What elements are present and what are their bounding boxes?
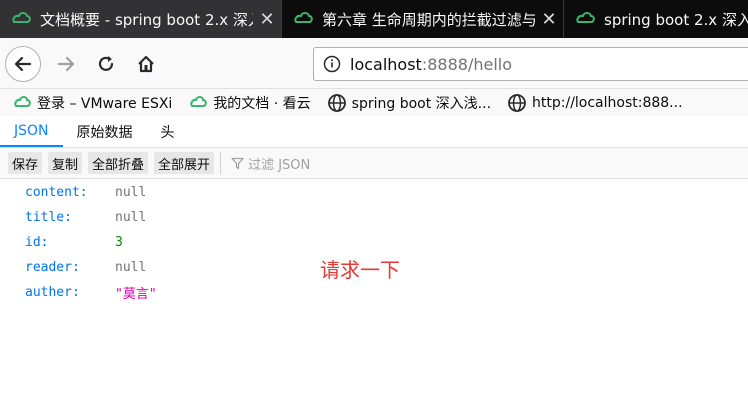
home-icon [138, 55, 154, 73]
close-tab-icon[interactable]: ✕ [253, 9, 281, 30]
browser-tab-label: 文档概要 - spring boot 2.x 深入浅出 [40, 10, 253, 29]
json-viewer-tabs: JSON 原始数据 头 [0, 117, 748, 148]
save-button[interactable]: 保存 [8, 152, 43, 174]
back-arrow-icon [14, 56, 32, 72]
back-button[interactable] [5, 46, 41, 82]
browser-tab-label: 第六章 生命周期内的拦截过滤与监听 [322, 10, 535, 29]
url-path: :8888/hello [421, 54, 512, 74]
tab-json[interactable]: JSON [0, 117, 63, 147]
json-tree: content: null title: null id: 3 reader: … [0, 180, 748, 305]
navigation-bar: localhost:8888/hello [0, 38, 748, 89]
info-icon[interactable] [314, 55, 350, 73]
browser-tab-1[interactable]: 文档概要 - spring boot 2.x 深入浅出 ✕ [0, 0, 282, 38]
cloud-logo-icon [576, 12, 595, 23]
tab-strip: 文档概要 - spring boot 2.x 深入浅出 ✕ 第六章 生命周期内的… [0, 0, 748, 38]
json-key: id: [25, 235, 49, 250]
json-key: auther: [25, 285, 80, 300]
json-row[interactable]: title: null [0, 205, 748, 230]
tab-raw-data[interactable]: 原始数据 [63, 117, 147, 147]
bookmark-label: http://localhost:888... [532, 94, 683, 111]
json-value: null [115, 185, 147, 200]
expand-all-button[interactable]: 全部展开 [154, 152, 215, 174]
json-value: "莫言" [115, 287, 157, 302]
json-key: reader: [25, 260, 80, 275]
bookmark-label: 我的文档 · 看云 [213, 95, 311, 112]
bookmark-item[interactable]: 登录 – VMware ESXi [12, 93, 172, 113]
annotation-text: 请求一下 [320, 258, 400, 282]
cloud-logo-icon [12, 93, 32, 113]
forward-arrow-icon [57, 56, 75, 72]
copy-button[interactable]: 复制 [48, 152, 83, 174]
browser-tab-2[interactable]: 第六章 生命周期内的拦截过滤与监听 ✕ [282, 0, 564, 38]
bookmark-item[interactable]: spring boot 深入浅... [327, 93, 491, 113]
json-value: null [115, 210, 147, 225]
browser-tab-label: spring boot 2.x 深入浅出 [604, 10, 748, 29]
forward-button[interactable] [48, 46, 84, 82]
json-key: content: [25, 185, 88, 200]
toolbar-divider [220, 152, 222, 174]
globe-icon [327, 93, 347, 113]
json-key: title: [25, 210, 72, 225]
cloud-logo-icon [12, 12, 31, 23]
bookmarks-bar: 登录 – VMware ESXi 我的文档 · 看云 spring boot 深… [0, 89, 748, 116]
home-button[interactable] [128, 46, 164, 82]
filter-json-input[interactable]: 过滤 JSON [231, 154, 310, 173]
json-value: 3 [115, 235, 123, 250]
json-value: null [115, 260, 147, 275]
bookmark-label: 登录 – VMware ESXi [37, 95, 173, 112]
url-bar[interactable]: localhost:8888/hello [313, 47, 748, 81]
close-tab-icon[interactable]: ✕ [535, 9, 563, 30]
json-toolbar: 保存 复制 全部折叠 全部展开 过滤 JSON [0, 148, 748, 179]
globe-icon [507, 93, 527, 113]
json-row[interactable]: auther: "莫言" [0, 280, 748, 305]
bookmark-label: spring boot 深入浅... [351, 95, 492, 112]
filter-placeholder: 过滤 JSON [248, 157, 311, 173]
json-row[interactable]: content: null [0, 180, 748, 205]
filter-icon [231, 157, 244, 170]
cloud-logo-icon [188, 93, 208, 113]
json-row[interactable]: id: 3 [0, 230, 748, 255]
cloud-logo-icon [294, 12, 313, 23]
bookmark-item[interactable]: 我的文档 · 看云 [188, 93, 311, 113]
browser-tab-3[interactable]: spring boot 2.x 深入浅出 [564, 0, 748, 38]
reload-button[interactable] [88, 46, 124, 82]
bookmark-item[interactable]: http://localhost:888... [507, 93, 683, 113]
url-host: localhost [350, 54, 422, 74]
collapse-all-button[interactable]: 全部折叠 [88, 152, 149, 174]
url-text: localhost:8888/hello [350, 55, 512, 74]
tab-headers[interactable]: 头 [147, 117, 189, 147]
reload-icon [98, 56, 114, 71]
